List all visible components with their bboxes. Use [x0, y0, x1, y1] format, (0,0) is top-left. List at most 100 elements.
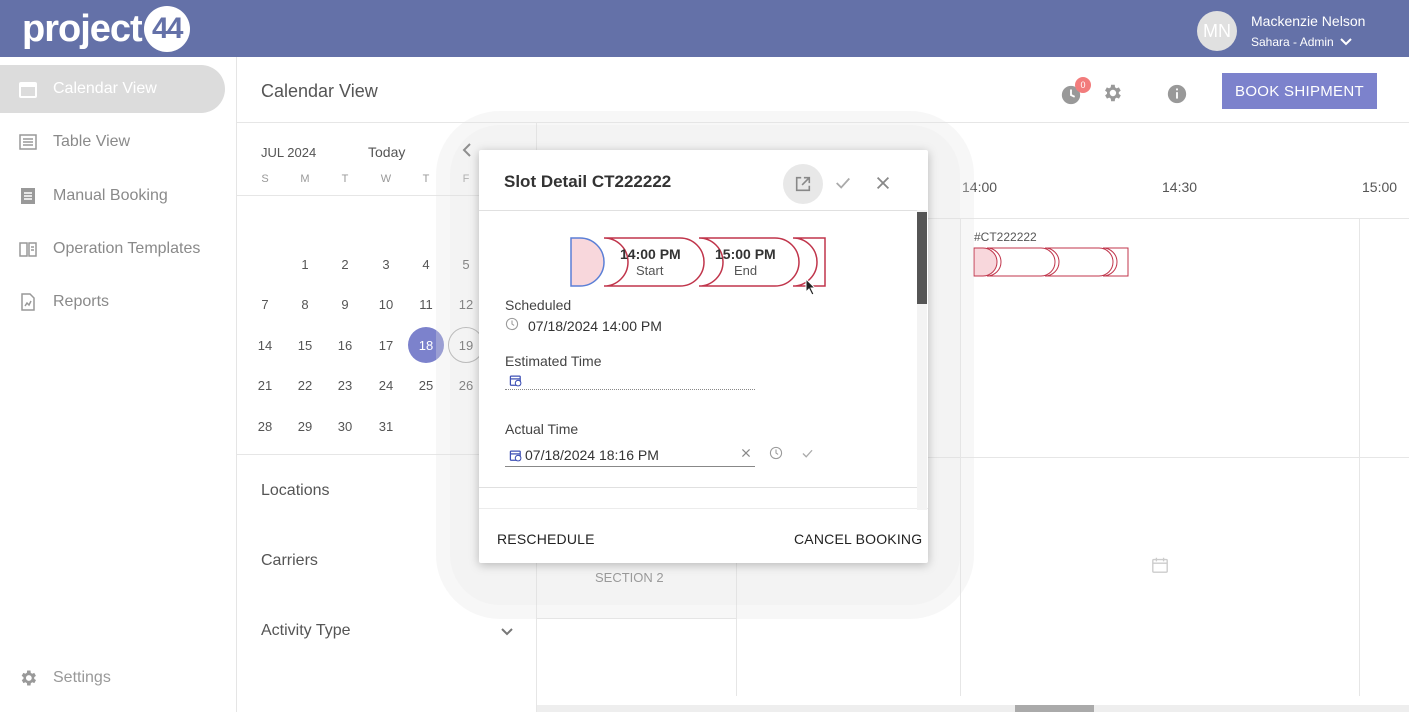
- slot-timeline-visual: [570, 237, 826, 287]
- carriers-filter[interactable]: Carriers: [261, 552, 318, 570]
- calendar-day[interactable]: 11: [408, 286, 444, 322]
- timeline-slot-block[interactable]: [973, 247, 1131, 277]
- settings-button[interactable]: [1101, 82, 1123, 104]
- logo-number: 44: [143, 6, 190, 52]
- calendar-add-icon: [1152, 557, 1168, 573]
- reschedule-button[interactable]: RESCHEDULE: [497, 531, 595, 547]
- calendar-day[interactable]: 1: [287, 246, 323, 282]
- scheduled-label: Scheduled: [505, 297, 572, 313]
- time-label: 14:00: [962, 179, 998, 195]
- add-slot-button[interactable]: [1151, 556, 1169, 574]
- calendar-day[interactable]: 21: [247, 367, 283, 403]
- sidebar-item-reports[interactable]: Reports: [0, 278, 225, 326]
- locations-filter[interactable]: Locations: [261, 482, 330, 500]
- open-external-button[interactable]: [783, 164, 823, 204]
- content-divider: [479, 487, 917, 488]
- sidebar-item-table-view[interactable]: Table View: [0, 118, 225, 166]
- clear-actual-button[interactable]: [740, 447, 752, 459]
- sidebar-item-calendar-view[interactable]: Calendar View: [0, 65, 225, 113]
- calendar-day[interactable]: 9: [327, 286, 363, 322]
- calendar-day[interactable]: 31: [368, 408, 404, 444]
- actual-time-picker-button[interactable]: [769, 446, 783, 460]
- calendar-day[interactable]: 8: [287, 286, 323, 322]
- confirm-button[interactable]: [834, 174, 852, 192]
- end-time: 15:00 PM: [715, 246, 776, 262]
- time-label: 14:30: [1162, 179, 1198, 195]
- grid-line: [960, 218, 961, 696]
- calendar-day[interactable]: 23: [327, 367, 363, 403]
- calendar-day[interactable]: 28: [247, 408, 283, 444]
- gear-icon: [21, 670, 36, 686]
- sidebar-item-label: Table View: [53, 133, 131, 150]
- activity-type-filter[interactable]: Activity Type: [261, 622, 351, 640]
- check-icon: [836, 177, 850, 189]
- info-icon: [1167, 84, 1187, 104]
- scheduled-value: 07/18/2024 14:00 PM: [528, 318, 662, 334]
- weekday-label: W: [380, 173, 392, 185]
- actual-time-input[interactable]: 07/18/2024 18:16 PM: [525, 447, 659, 463]
- slot-tag[interactable]: #CT222222: [974, 230, 1037, 244]
- slot-detail-modal: Slot Detail CT222222 14:00 PM Start 15:0…: [479, 150, 928, 563]
- calendar-icon: [18, 79, 38, 99]
- calendar-day[interactable]: 15: [287, 327, 323, 363]
- calendar-day[interactable]: 18: [408, 327, 444, 363]
- start-time: 14:00 PM: [620, 246, 681, 262]
- chevron-down-icon: [1340, 38, 1352, 46]
- calendar-day[interactable]: 3: [368, 246, 404, 282]
- sidebar-item-operation-templates[interactable]: Operation Templates: [0, 225, 225, 273]
- today-button[interactable]: Today: [368, 144, 405, 160]
- estimated-label: Estimated Time: [505, 353, 602, 369]
- weekday-label: T: [422, 173, 430, 185]
- calendar-clock-icon[interactable]: [509, 449, 523, 463]
- sidebar: Calendar View Table View Manual Booking …: [0, 57, 237, 712]
- section-divider: [537, 618, 737, 619]
- header-divider: [237, 122, 1409, 123]
- calendar-day[interactable]: 17: [368, 327, 404, 363]
- actual-label: Actual Time: [505, 421, 579, 437]
- page-title: Calendar View: [261, 81, 378, 101]
- calendar-day[interactable]: 24: [368, 367, 404, 403]
- timeline-scrollbar-track[interactable]: [537, 705, 1409, 712]
- activity-type-expand[interactable]: [500, 627, 514, 637]
- calendar-day[interactable]: 2: [327, 246, 363, 282]
- chevron-down-icon: [501, 628, 513, 636]
- modal-scrollbar-thumb[interactable]: [917, 212, 927, 304]
- calendar-day[interactable]: 25: [408, 367, 444, 403]
- user-name[interactable]: Mackenzie Nelson: [1251, 13, 1365, 29]
- sidebar-item-label: Reports: [53, 293, 110, 310]
- close-icon: [741, 448, 751, 458]
- calendar-day[interactable]: 7: [247, 286, 283, 322]
- sidebar-item-settings[interactable]: Settings: [18, 668, 111, 688]
- book-shipment-button[interactable]: BOOK SHIPMENT: [1222, 73, 1377, 109]
- calendar-day[interactable]: 22: [287, 367, 323, 403]
- start-label: Start: [636, 263, 664, 278]
- calendar-day[interactable]: 10: [368, 286, 404, 322]
- report-icon: [18, 292, 38, 312]
- timeline-scrollbar-thumb[interactable]: [1015, 705, 1094, 712]
- calendar-day[interactable]: 4: [408, 246, 444, 282]
- settings-label: Settings: [53, 669, 111, 686]
- user-org-dropdown[interactable]: Sahara - Admin: [1251, 35, 1352, 49]
- confirm-actual-button[interactable]: [801, 447, 814, 460]
- calendar-day[interactable]: 14: [247, 327, 283, 363]
- open-external-icon: [795, 176, 811, 192]
- calendar-day[interactable]: 29: [287, 408, 323, 444]
- check-icon: [802, 449, 813, 458]
- sidebar-item-manual-booking[interactable]: Manual Booking: [0, 172, 225, 220]
- calendar-clock-icon[interactable]: [509, 374, 523, 388]
- info-button[interactable]: [1166, 83, 1188, 105]
- clock-icon: [505, 317, 519, 331]
- gear-icon: [1105, 84, 1121, 102]
- avatar[interactable]: MN: [1197, 11, 1237, 51]
- logo-text: project: [22, 7, 143, 50]
- close-button[interactable]: [874, 174, 892, 192]
- calendar-day[interactable]: 16: [327, 327, 363, 363]
- calendar-day[interactable]: 30: [327, 408, 363, 444]
- end-label: End: [734, 263, 758, 278]
- mouse-cursor-icon: [805, 278, 817, 296]
- logo[interactable]: project 44: [22, 6, 190, 52]
- sidebar-item-label: Operation Templates: [53, 240, 201, 257]
- cancel-booking-button[interactable]: CANCEL BOOKING: [794, 531, 922, 547]
- time-label: 15:00: [1362, 179, 1398, 195]
- modal-title: Slot Detail CT222222: [504, 172, 672, 191]
